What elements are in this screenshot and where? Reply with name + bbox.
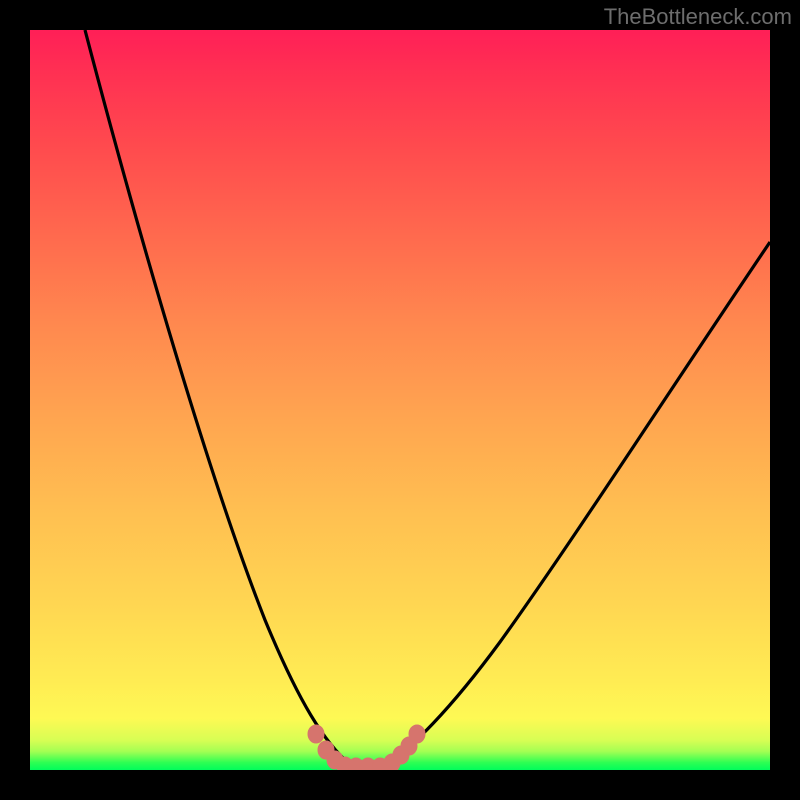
marker-point xyxy=(409,725,425,743)
watermark-text: TheBottleneck.com xyxy=(604,4,792,30)
chart-svg xyxy=(30,30,770,770)
marker-point xyxy=(308,725,324,743)
bottleneck-right-curve xyxy=(383,242,770,767)
plot-area xyxy=(30,30,770,770)
bottleneck-left-curve xyxy=(85,30,353,767)
marker-group xyxy=(308,725,425,770)
